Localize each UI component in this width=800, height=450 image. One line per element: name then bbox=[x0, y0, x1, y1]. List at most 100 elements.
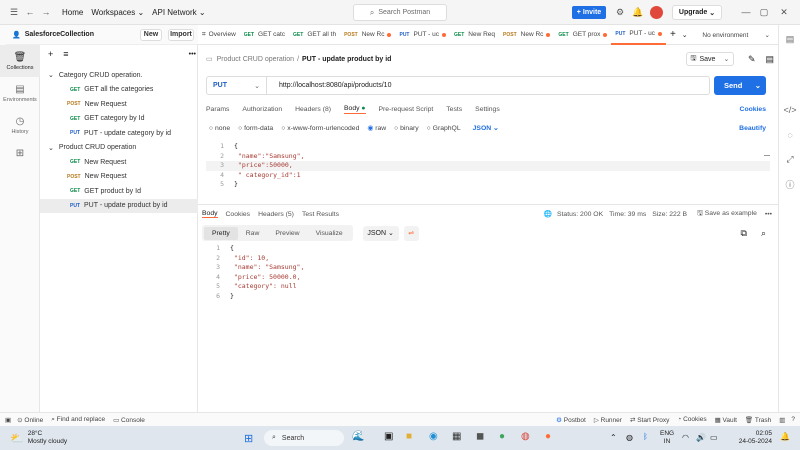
list-item[interactable]: POST New Request bbox=[40, 97, 198, 112]
weather-widget[interactable]: 28°C Mostly cloudy bbox=[28, 430, 67, 446]
tab-response-cookies[interactable]: Cookies bbox=[226, 211, 251, 218]
environment-select[interactable]: No environment ⌄ bbox=[702, 31, 770, 39]
radio-urlencoded[interactable]: ○ x-www-form-urlencoded bbox=[281, 125, 359, 132]
language-indicator[interactable]: ENG IN bbox=[660, 430, 674, 446]
tab-request[interactable]: GET GET all th bbox=[289, 25, 340, 45]
tab-request-active[interactable]: PUT PUT - uc bbox=[611, 25, 666, 45]
search-icon[interactable]: ⌕ bbox=[761, 228, 766, 239]
tab-tests[interactable]: Tests bbox=[446, 106, 462, 113]
widgets-icon[interactable]: 🌊 bbox=[352, 431, 364, 442]
view-visualize[interactable]: Visualize bbox=[308, 227, 351, 240]
vault[interactable]: ▦ Vault bbox=[715, 416, 737, 424]
find-replace[interactable]: ⌕ Find and replace bbox=[51, 416, 105, 424]
comments-icon[interactable]: ◌ bbox=[779, 122, 800, 147]
wrap-lines-icon[interactable]: ⇌ bbox=[403, 225, 419, 241]
postman-icon[interactable]: ● bbox=[545, 431, 551, 442]
tab-list-chevron-icon[interactable]: ⌄ bbox=[682, 31, 688, 39]
tab-pre-request-script[interactable]: Pre-request Script bbox=[379, 106, 434, 113]
tab-request[interactable]: POST New Rc bbox=[340, 25, 395, 45]
postbot[interactable]: ⚙ Postbot bbox=[556, 416, 586, 424]
edit-icon[interactable]: ✎ bbox=[748, 54, 756, 65]
tab-headers[interactable]: Headers (8) bbox=[295, 106, 331, 113]
console[interactable]: ▭ Console bbox=[113, 416, 145, 424]
clock[interactable]: 02:05 24-05-2024 bbox=[720, 430, 772, 446]
close-icon[interactable]: ✕ bbox=[776, 4, 792, 20]
save-button[interactable]: 🖫 Save ⌄ bbox=[685, 52, 734, 66]
radio-graphql[interactable]: ○ GraphQL bbox=[427, 125, 461, 132]
tab-overview[interactable]: ⌗ Overview bbox=[198, 25, 240, 45]
maximize-icon[interactable]: ▢ bbox=[756, 4, 772, 20]
documentation-icon[interactable]: ▤ bbox=[779, 27, 800, 52]
response-body-viewer[interactable]: 1{ 2 "id": 10, 3 "name": "Samsung", 4 "p… bbox=[202, 244, 772, 304]
folder-category-crud[interactable]: ⌄ Category CRUD operation. bbox=[40, 68, 198, 83]
radio-none[interactable]: ○ none bbox=[209, 125, 230, 132]
notification-icon[interactable]: 🔔 bbox=[780, 432, 790, 441]
save-example-button[interactable]: 🖫 Save as example bbox=[697, 209, 757, 220]
tab-test-results[interactable]: Test Results bbox=[302, 211, 339, 218]
import-button[interactable]: Import bbox=[168, 28, 194, 41]
filter-icon[interactable]: ≡ bbox=[63, 49, 68, 59]
file-explorer-icon[interactable]: ■ bbox=[406, 431, 412, 442]
minimize-icon[interactable]: — bbox=[738, 4, 754, 20]
view-raw[interactable]: Raw bbox=[238, 227, 268, 240]
radio-form-data[interactable]: ○ form-data bbox=[238, 125, 273, 132]
list-item[interactable]: GET GET product by Id bbox=[40, 184, 198, 199]
tab-body[interactable]: Body ● bbox=[344, 105, 366, 114]
cookies-status[interactable]: ◔ Cookies bbox=[677, 416, 706, 423]
tab-request[interactable]: PUT PUT - uc bbox=[395, 25, 450, 45]
chrome-icon[interactable]: ◍ bbox=[521, 431, 530, 442]
home-link[interactable]: Home bbox=[62, 8, 83, 17]
online-status[interactable]: ⊙ Online bbox=[17, 416, 43, 424]
rail-history[interactable]: ◷ History bbox=[0, 109, 40, 141]
windows-start-icon[interactable]: ⊞ bbox=[244, 432, 253, 445]
forward-arrow-icon[interactable]: → bbox=[38, 4, 54, 20]
send-button[interactable]: Send ⌄ bbox=[714, 76, 766, 95]
api-network-menu[interactable]: API Network ⌄ bbox=[152, 8, 205, 17]
tray-chevron-icon[interactable]: ⌃ bbox=[610, 433, 617, 442]
sidebar-toggle-icon[interactable]: ▣ bbox=[5, 416, 11, 424]
menu-icon[interactable]: ☰ bbox=[6, 4, 22, 20]
list-item-selected[interactable]: PUT PUT - update product by id bbox=[40, 198, 198, 213]
help-icon[interactable]: ? bbox=[791, 416, 795, 423]
rail-configure[interactable]: ⊞ bbox=[0, 141, 40, 167]
folder-product-crud[interactable]: ⌄ Product CRUD operation bbox=[40, 141, 198, 156]
body-format-select[interactable]: JSON ⌄ bbox=[473, 124, 499, 132]
new-tab-icon[interactable]: + bbox=[670, 29, 676, 40]
view-preview[interactable]: Preview bbox=[267, 227, 307, 240]
battery-icon[interactable]: ▭ bbox=[710, 433, 718, 442]
start-proxy[interactable]: ⇄ Start Proxy bbox=[630, 416, 669, 424]
method-select[interactable]: PUT ⌄ bbox=[207, 77, 267, 94]
trash[interactable]: 🗑 Trash bbox=[745, 416, 771, 424]
upgrade-button[interactable]: Upgrade ⌄ bbox=[672, 5, 722, 20]
tab-request[interactable]: GET GET catc bbox=[240, 25, 289, 45]
tab-request[interactable]: GET New Req bbox=[450, 25, 499, 45]
edge-icon[interactable]: ◉ bbox=[429, 431, 438, 442]
runner[interactable]: ▷ Runner bbox=[594, 416, 622, 424]
list-item[interactable]: GET GET all the categories bbox=[40, 83, 198, 98]
add-icon[interactable]: + bbox=[48, 49, 53, 59]
tab-params[interactable]: Params bbox=[206, 106, 229, 113]
request-body-editor[interactable]: 1{ 2 "name":"Samsung", 3 "price":50000, … bbox=[206, 142, 770, 198]
task-view-icon[interactable]: ▣ bbox=[384, 431, 393, 442]
related-icon[interactable]: ⤢ bbox=[779, 147, 800, 172]
store-icon[interactable]: ▦ bbox=[452, 431, 461, 442]
layout-icon[interactable]: ▥ bbox=[779, 416, 785, 424]
breadcrumb-parent[interactable]: Product CRUD operation bbox=[217, 56, 294, 63]
tab-authorization[interactable]: Authorization bbox=[242, 106, 282, 113]
back-arrow-icon[interactable]: ← bbox=[22, 4, 38, 20]
copy-icon[interactable]: ⧉ bbox=[741, 228, 747, 239]
tab-response-headers[interactable]: Headers (5) bbox=[258, 211, 294, 218]
notification-bell-icon[interactable]: 🔔 bbox=[630, 4, 646, 20]
code-snippet-icon[interactable]: </> bbox=[779, 97, 800, 122]
rail-environments[interactable]: ▤ Environments bbox=[0, 77, 40, 109]
workspaces-menu[interactable]: Workspaces ⌄ bbox=[91, 8, 144, 17]
url-input[interactable]: http://localhost:8080/api/products/10 bbox=[279, 82, 391, 89]
docs-icon[interactable]: ▤ bbox=[765, 54, 774, 65]
bluetooth-icon[interactable]: ᛒ bbox=[643, 432, 648, 441]
rail-collections[interactable]: 🗑 Collections bbox=[0, 45, 40, 77]
invite-button[interactable]: + Invite bbox=[572, 6, 606, 19]
taskbar-search[interactable]: ⌕ Search bbox=[264, 430, 344, 446]
radio-binary[interactable]: ○ binary bbox=[394, 125, 419, 132]
settings-gear-icon[interactable]: ⚙ bbox=[612, 4, 628, 20]
more-options-icon[interactable]: ••• bbox=[765, 211, 772, 218]
